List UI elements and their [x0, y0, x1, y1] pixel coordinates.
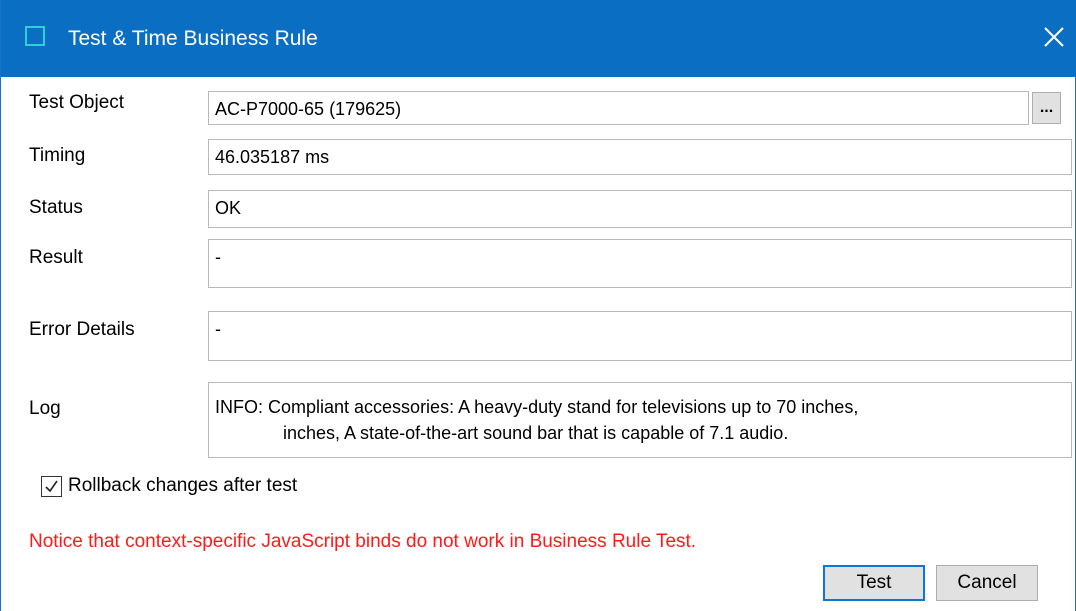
cancel-button[interactable]: Cancel: [936, 565, 1038, 601]
dialog-title: Test & Time Business Rule: [68, 27, 318, 50]
error-details-field[interactable]: -: [208, 311, 1072, 361]
test-object-field[interactable]: AC-P7000-65 (179625): [208, 91, 1029, 125]
log-label: Log: [29, 398, 61, 419]
status-field[interactable]: OK: [208, 190, 1072, 228]
timing-label: Timing: [29, 145, 86, 166]
rollback-checkbox-label: Rollback changes after test: [68, 475, 298, 496]
log-field[interactable]: INFO: Compliant accessories: A heavy-dut…: [208, 382, 1072, 458]
log-line: INFO: Compliant accessories: A heavy-dut…: [215, 397, 859, 417]
checkmark-icon: [45, 480, 58, 492]
timing-field[interactable]: 46.035187 ms: [208, 139, 1072, 175]
dialog-window: Test & Time Business Rule Test Object AC…: [0, 0, 1076, 611]
close-button[interactable]: [1031, 12, 1076, 62]
browse-test-object-button[interactable]: ...: [1032, 92, 1061, 124]
rollback-checkbox[interactable]: [41, 475, 62, 497]
notice-text: Notice that context-specific JavaScript …: [29, 531, 697, 552]
title-bar[interactable]: Test & Time Business Rule: [1, 0, 1076, 77]
error-details-label: Error Details: [29, 319, 135, 340]
result-field[interactable]: -: [208, 239, 1072, 288]
log-line: inches, A state-of-the-art sound bar tha…: [283, 423, 789, 443]
app-icon: [25, 26, 45, 46]
test-object-label: Test Object: [29, 92, 125, 113]
rollback-checkbox-row[interactable]: Rollback changes after test: [41, 473, 297, 499]
close-icon: [1044, 27, 1064, 47]
result-label: Result: [29, 247, 83, 268]
test-button[interactable]: Test: [823, 565, 925, 601]
status-label: Status: [29, 197, 83, 218]
